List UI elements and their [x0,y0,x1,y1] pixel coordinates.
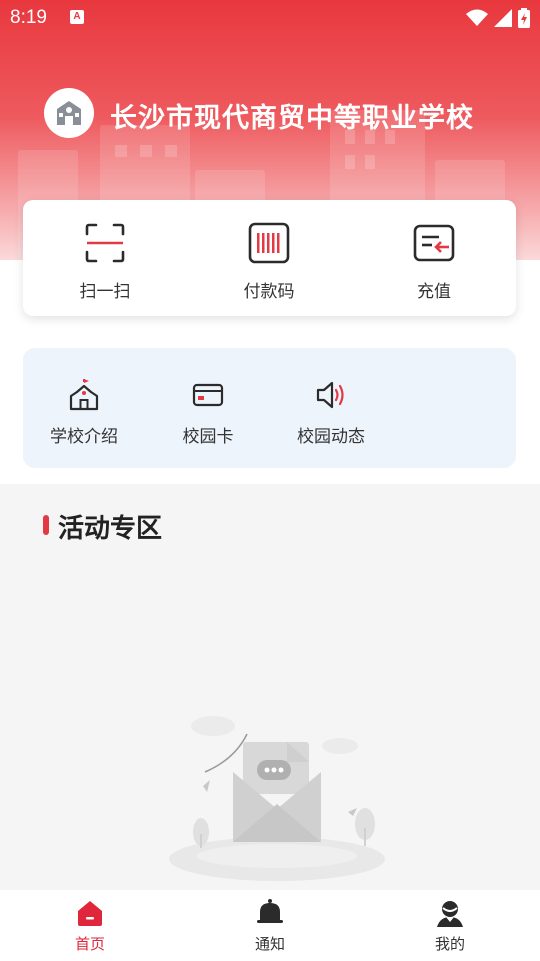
speaker-icon [316,381,344,409]
school-icon [69,379,99,411]
nav-notifications[interactable]: 通知 [230,898,310,954]
scan-button[interactable]: 扫一扫 [50,222,160,302]
recharge-icon [413,224,455,262]
activity-title: 活动专区 [58,514,163,544]
activity-section: 活动专区 [0,484,540,890]
scan-label: 扫一扫 [79,282,131,302]
school-intro-button[interactable]: 学校介绍 [29,378,139,447]
campus-news-button[interactable]: 校园动态 [276,378,386,447]
notification-a-icon: A [70,10,84,24]
action-card: 扫一扫 付款码 充值 [23,200,516,316]
school-logo [44,88,94,138]
wifi-icon [466,9,488,26]
battery-icon [518,8,530,28]
card-icon [192,383,224,407]
home-icon [78,901,102,926]
school-logo-icon [57,101,81,125]
payment-code-label: 付款码 [243,282,295,302]
school-name: 长沙市现代商贸中等职业学校 [110,103,474,134]
scan-icon [85,223,125,263]
cell-signal-icon [494,9,512,27]
campus-news-label: 校园动态 [297,427,365,447]
status-bar: 8:19 A [0,0,540,36]
section-accent-bar [43,515,49,535]
campus-card-button[interactable]: 校园卡 [153,378,263,447]
status-time: 8:19 [10,7,47,28]
bell-icon [257,899,283,923]
empty-state-illustration [169,716,385,881]
nav-home-label: 首页 [74,935,105,953]
barcode-icon [248,222,290,264]
school-intro-label: 学校介绍 [50,427,118,447]
nav-home[interactable]: 首页 [50,898,130,954]
profile-icon [437,901,463,927]
nav-profile-label: 我的 [434,935,465,953]
recharge-label: 充值 [417,282,451,302]
bottom-nav: 首页 通知 我的 [0,890,540,961]
nav-profile[interactable]: 我的 [410,898,490,954]
payment-code-button[interactable]: 付款码 [214,222,324,302]
recharge-button[interactable]: 充值 [379,222,489,302]
quick-links-card: 学校介绍 校园卡 校园动态 [23,348,516,468]
campus-card-label: 校园卡 [182,427,234,447]
nav-notifications-label: 通知 [254,935,285,953]
